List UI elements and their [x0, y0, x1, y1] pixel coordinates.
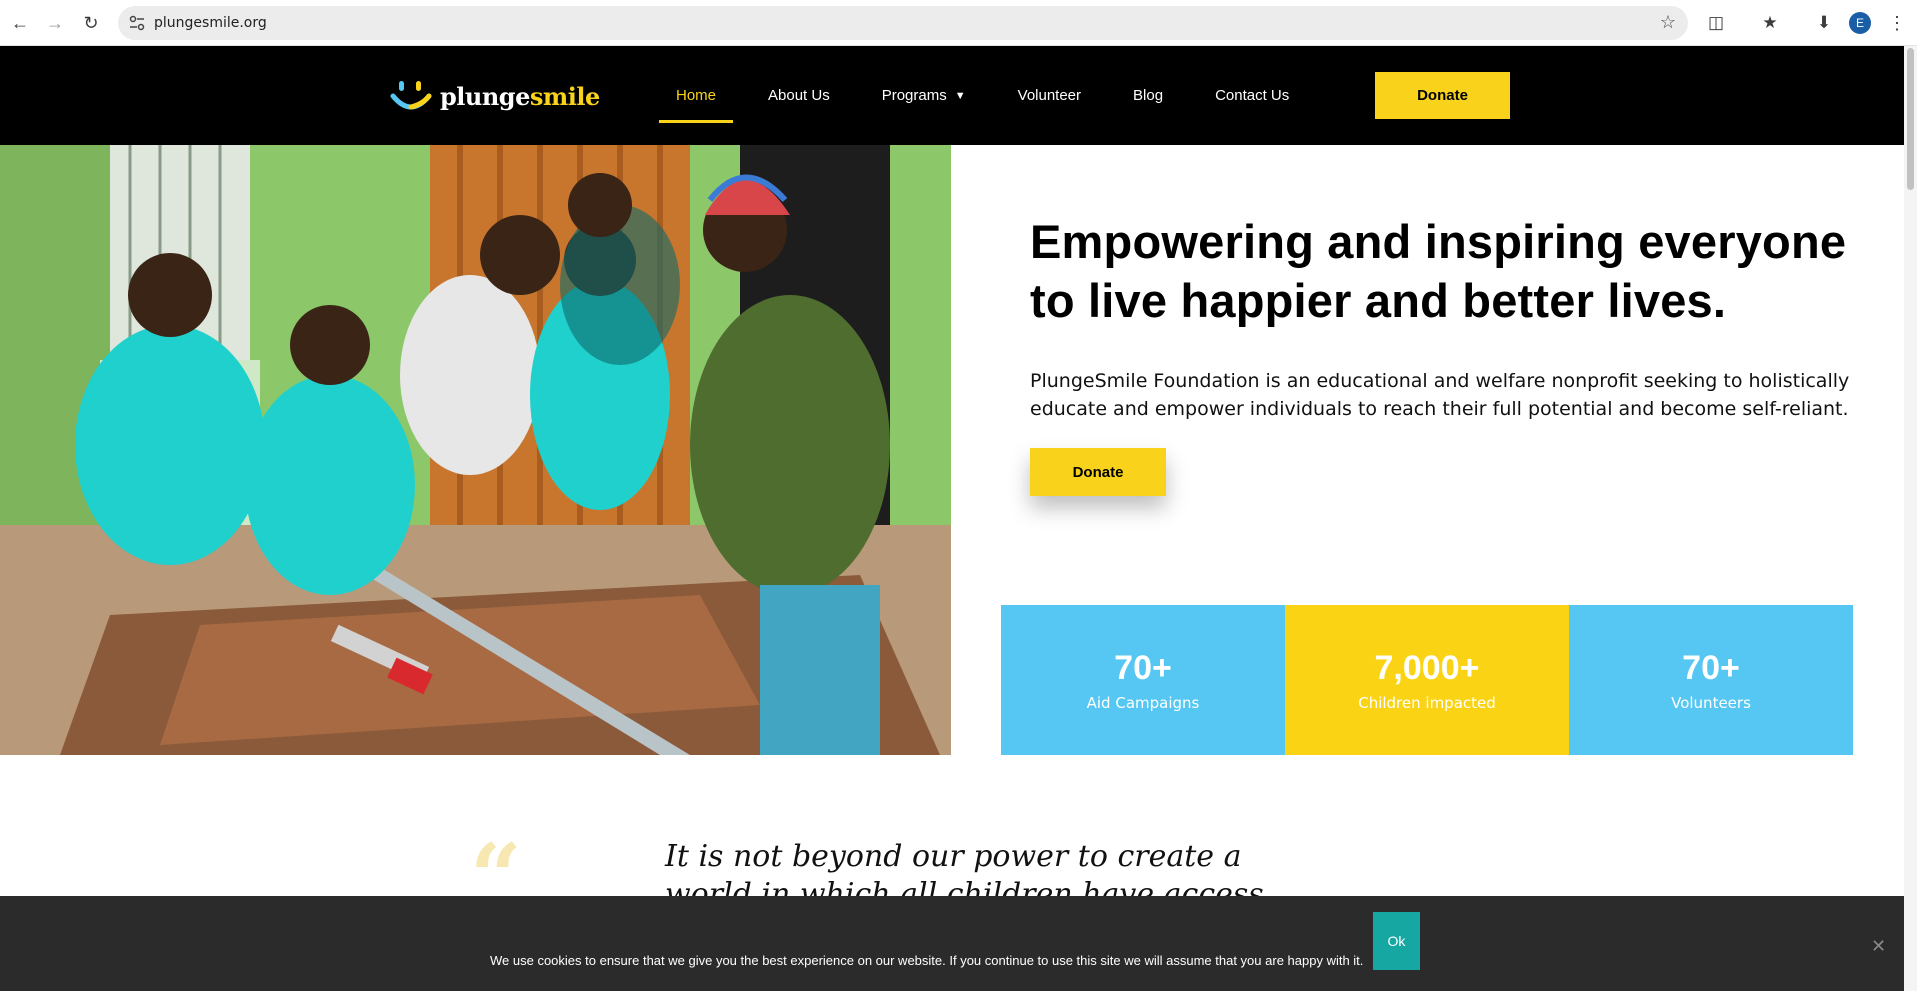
hero-title: Empowering and inspiring everyone to liv…	[1030, 215, 1847, 327]
hero-donate-button[interactable]: Donate	[1030, 448, 1166, 496]
back-icon[interactable]: ←	[8, 11, 32, 35]
stat-aid-campaigns: 70+ Aid Campaigns	[1001, 605, 1285, 755]
nav-label: Contact Us	[1215, 87, 1290, 104]
logo-text-smile: smile	[529, 81, 600, 111]
nav-label: Programs	[881, 87, 947, 104]
url-text[interactable]: plungesmile.org	[154, 15, 267, 31]
stat-label: Aid Campaigns	[1086, 693, 1200, 712]
browser-toolbar: ← → ↻ plungesmile.org ☆ ◫ ★ ⬇ E ⋮	[0, 0, 1917, 46]
hero-photo-illustration	[0, 145, 951, 755]
nav-item-blog[interactable]: Blog	[1107, 46, 1189, 145]
site-header: plungesmile Home About Us Programs ▼ Volu…	[0, 46, 1904, 145]
hero-photo	[0, 145, 951, 755]
stat-value: 70+	[1682, 648, 1740, 687]
stat-label: Children impacted	[1358, 693, 1496, 712]
smile-logo-icon	[390, 81, 432, 110]
hero-description: PlungeSmile Foundation is an educational…	[1030, 370, 1850, 420]
nav-item-contact-us[interactable]: Contact Us	[1189, 46, 1315, 145]
nav-label: Volunteer	[1017, 87, 1082, 104]
cookie-banner: We use cookies to ensure that we give yo…	[0, 896, 1904, 991]
stat-value: 70+	[1114, 648, 1172, 687]
page-scrollbar[interactable]	[1904, 46, 1917, 991]
nav-item-programs[interactable]: Programs ▼	[856, 46, 992, 145]
bookmarks-icon[interactable]: ★	[1758, 11, 1782, 35]
extensions-icon[interactable]: ◫	[1704, 11, 1728, 35]
nav-item-about-us[interactable]: About Us	[742, 46, 856, 145]
nav-label: About Us	[768, 87, 830, 104]
download-icon[interactable]: ⬇	[1812, 11, 1836, 35]
hero-content: Empowering and inspiring everyone to liv…	[1030, 212, 1850, 423]
nav-label: Home	[676, 87, 717, 104]
scrollbar-thumb[interactable]	[1907, 48, 1914, 190]
menu-icon[interactable]: ⋮	[1888, 11, 1906, 35]
main-nav: Home About Us Programs ▼ Volunteer Blog C…	[650, 46, 1315, 145]
nav-item-volunteer[interactable]: Volunteer	[992, 46, 1107, 145]
nav-item-home[interactable]: Home	[650, 46, 742, 145]
logo-text-plunge: plunge	[440, 81, 530, 111]
bookmark-star-icon[interactable]: ☆	[1660, 12, 1676, 33]
chevron-down-icon: ▼	[954, 89, 966, 102]
header-donate-button[interactable]: Donate	[1375, 72, 1510, 119]
stat-volunteers: 70+ Volunteers	[1569, 605, 1853, 755]
profile-avatar[interactable]: E	[1849, 12, 1871, 34]
cookie-ok-button[interactable]: Ok	[1373, 912, 1420, 970]
close-icon[interactable]: ✕	[1871, 936, 1886, 957]
stat-children-impacted: 7,000+ Children impacted	[1285, 605, 1569, 755]
cookie-message: We use cookies to ensure that we give yo…	[490, 953, 1364, 968]
nav-label: Blog	[1133, 87, 1164, 104]
stat-value: 7,000+	[1374, 648, 1480, 687]
forward-icon[interactable]: →	[43, 11, 67, 35]
reload-icon[interactable]: ↻	[79, 11, 103, 35]
impact-stats: 70+ Aid Campaigns 7,000+ Children impact…	[1001, 605, 1853, 755]
stat-label: Volunteers	[1671, 693, 1751, 712]
address-bar[interactable]: plungesmile.org ☆	[118, 6, 1688, 40]
site-info-icon[interactable]	[128, 14, 146, 32]
site-logo[interactable]: plungesmile	[390, 78, 600, 114]
